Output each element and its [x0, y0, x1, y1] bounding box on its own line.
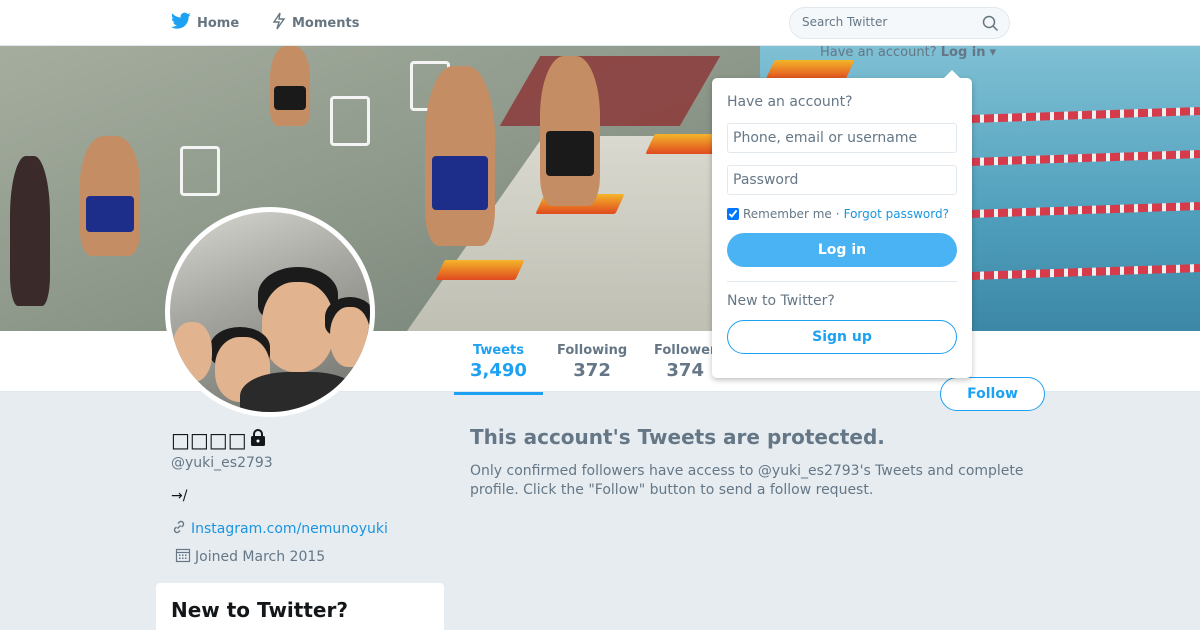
starting-block [765, 60, 855, 80]
nav-moments-label: Moments [292, 15, 360, 31]
protected-title: This account's Tweets are protected. [470, 425, 885, 449]
profile-name: □□□□ [171, 428, 247, 452]
calendar-icon [175, 547, 191, 567]
profile-joined-row: Joined March 2015 [171, 547, 325, 567]
stat-tweets[interactable]: Tweets 3,490 [454, 343, 543, 395]
avatar-shirt [240, 372, 360, 412]
stat-followers-label: Follower [654, 343, 717, 358]
search-input[interactable] [802, 15, 972, 29]
search-box [789, 7, 1010, 39]
stat-tweets-value: 3,490 [470, 360, 527, 381]
stat-tweets-label: Tweets [472, 343, 524, 358]
swimmer [10, 156, 50, 306]
remember-checkbox[interactable] [727, 208, 739, 220]
login-toggle[interactable]: Have an account? Log in ▾ [820, 45, 996, 60]
top-nav: Home Moments [0, 0, 1200, 46]
follow-button[interactable]: Follow [940, 377, 1045, 411]
stat-following-label: Following [557, 343, 628, 358]
login-toggle-label: Log in [940, 45, 986, 60]
stat-following[interactable]: Following 372 [557, 343, 627, 381]
swimmer [425, 66, 495, 246]
lightning-icon [272, 12, 286, 34]
forgot-password-link[interactable]: Forgot password? [844, 207, 949, 221]
swimmer [540, 56, 600, 206]
remember-label: Remember me [743, 207, 832, 221]
nav-moments[interactable]: Moments [272, 12, 359, 34]
profile-name-row: □□□□ [171, 428, 267, 452]
avatar-face [172, 322, 212, 382]
avatar[interactable] [165, 207, 375, 417]
profile-url[interactable]: Instagram.com/nemunoyuki [191, 521, 388, 537]
login-toggle-prefix: Have an account? [820, 45, 937, 60]
starting-block [435, 260, 525, 280]
twitter-bird-icon [171, 12, 191, 34]
search-icon[interactable] [982, 15, 999, 36]
profile-handle: @yuki_es2793 [171, 455, 273, 471]
remember-row: Remember me · Forgot password? [727, 207, 957, 221]
password-field[interactable] [727, 165, 957, 195]
username-field[interactable] [727, 123, 957, 153]
login-heading: Have an account? [727, 94, 853, 110]
avatar-face [330, 307, 370, 367]
login-dropdown: Have an account? Remember me · Forgot pa… [712, 70, 972, 378]
remember-separator: · [835, 207, 840, 221]
chevron-down-icon: ▾ [989, 45, 997, 60]
signup-card: New to Twitter? [156, 583, 444, 630]
avatar-face [262, 282, 334, 372]
chair [180, 146, 220, 196]
nav-home[interactable]: Home [171, 12, 239, 34]
stat-followers[interactable]: Follower 374 [654, 343, 716, 381]
divider [727, 281, 957, 282]
profile-joined: Joined March 2015 [195, 549, 326, 565]
stat-following-value: 372 [573, 360, 611, 381]
protected-body: Only confirmed followers have access to … [470, 463, 1024, 498]
signup-card-title: New to Twitter? [171, 598, 348, 622]
signup-button[interactable]: Sign up [727, 320, 957, 354]
stat-followers-value: 374 [666, 360, 704, 381]
chair [330, 96, 370, 146]
lock-icon [249, 429, 267, 451]
login-button[interactable]: Log in [727, 233, 957, 267]
link-icon [171, 519, 187, 539]
new-to-twitter-label: New to Twitter? [727, 293, 835, 309]
swimmer [80, 136, 140, 256]
nav-home-label: Home [197, 15, 240, 31]
profile-url-row: Instagram.com/nemunoyuki [171, 519, 388, 539]
swimmer [270, 46, 310, 126]
profile-bio: →/ [171, 488, 188, 504]
